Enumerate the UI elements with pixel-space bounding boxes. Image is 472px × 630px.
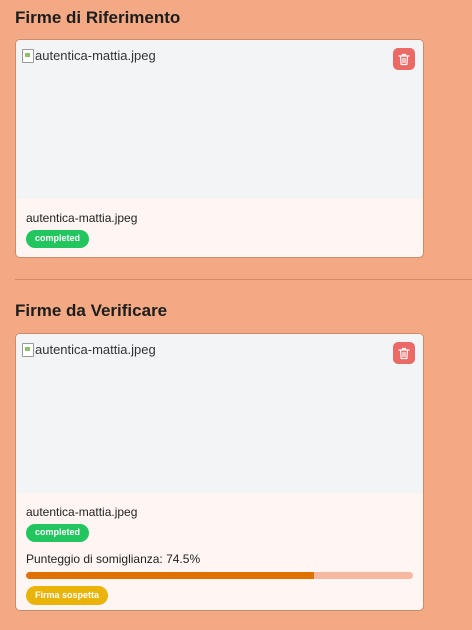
status-badge: completed — [26, 230, 90, 248]
similarity-score-label: Punteggio di somiglianza: 74.5% — [26, 552, 201, 566]
trash-icon — [398, 53, 410, 65]
file-name: autentica-mattia.jpeg — [26, 505, 138, 519]
broken-image-icon — [22, 342, 34, 357]
status-badge: completed — [26, 524, 90, 542]
card-body: autentica-mattia.jpeg completed — [16, 199, 423, 257]
reference-section-title: Firme di Riferimento — [15, 8, 181, 27]
signature-image: autentica-mattia.jpeg — [22, 48, 156, 63]
verify-signature-card: autentica-mattia.jpeg autentica-mattia.j… — [15, 333, 424, 611]
file-name: autentica-mattia.jpeg — [26, 211, 138, 225]
section-divider — [15, 279, 472, 280]
trash-icon — [398, 347, 410, 359]
delete-button[interactable] — [393, 48, 415, 70]
verify-section-title: Firme da Verificare — [15, 301, 168, 320]
signature-image-area: autentica-mattia.jpeg — [16, 40, 423, 199]
verdict-badge: Firma sospetta — [26, 586, 109, 605]
image-alt-text: autentica-mattia.jpeg — [35, 342, 156, 357]
reference-signature-card: autentica-mattia.jpeg autentica-mattia.j… — [15, 39, 424, 258]
card-body: autentica-mattia.jpeg completed Punteggi… — [16, 493, 423, 610]
signature-image-area: autentica-mattia.jpeg — [16, 334, 423, 493]
similarity-progress-bar — [26, 572, 413, 579]
signature-image: autentica-mattia.jpeg — [22, 342, 156, 357]
image-alt-text: autentica-mattia.jpeg — [35, 48, 156, 63]
similarity-progress-fill — [26, 572, 315, 579]
delete-button[interactable] — [393, 342, 415, 364]
broken-image-icon — [22, 48, 34, 63]
